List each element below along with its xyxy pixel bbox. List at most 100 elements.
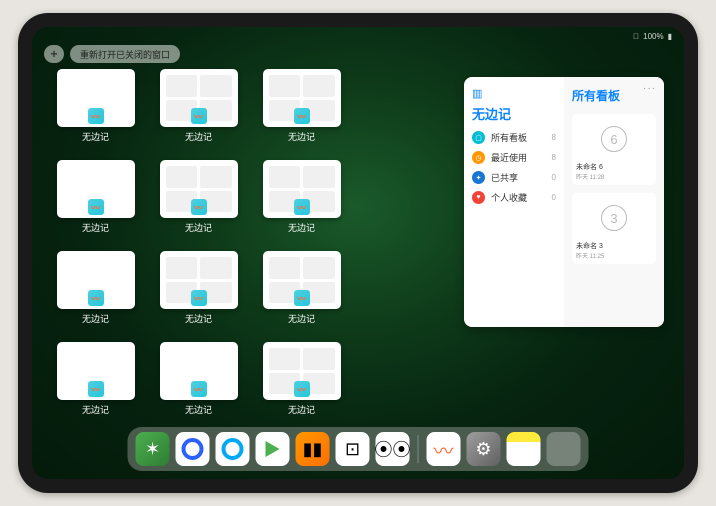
freeform-app-icon: 〰 bbox=[88, 381, 104, 397]
boards-list: 6 未命名 6昨天 11:28 3 未命名 3昨天 11:25 bbox=[572, 114, 656, 264]
window-thumb[interactable]: 〰无边记 bbox=[258, 160, 345, 243]
sidebar-item[interactable]: ♥ 个人收藏 0 bbox=[472, 191, 556, 204]
sidebar-item[interactable]: ▢所有看板8 bbox=[472, 131, 556, 144]
freeform-app-icon: 〰 bbox=[294, 199, 310, 215]
battery-icon: ▮ bbox=[668, 32, 672, 41]
menu-label: 最近使用 bbox=[491, 151, 546, 164]
menu-count: 8 bbox=[552, 153, 556, 162]
dock-books-icon[interactable]: ▮▮ bbox=[296, 432, 330, 466]
thumb-window: 〰 bbox=[57, 69, 135, 127]
dock-play-icon[interactable] bbox=[256, 432, 290, 466]
board-date: 昨天 11:25 bbox=[576, 251, 652, 260]
window-thumb[interactable]: 〰无边记 bbox=[258, 251, 345, 334]
thumb-label: 无边记 bbox=[185, 312, 212, 325]
thumb-label: 无边记 bbox=[82, 221, 109, 234]
window-thumb[interactable]: 〰无边记 bbox=[155, 342, 242, 425]
panel-title: 无边记 bbox=[472, 104, 556, 123]
more-icon[interactable]: ··· bbox=[643, 83, 656, 94]
top-controls: + 重新打开已关闭的窗口 bbox=[44, 45, 180, 63]
add-button[interactable]: + bbox=[44, 45, 64, 63]
window-thumbnails: 〰无边记〰无边记〰无边记〰无边记〰无边记〰无边记〰无边记〰无边记〰无边记〰无边记… bbox=[52, 69, 448, 425]
dock-grid-icon[interactable]: ⦿⦿ bbox=[376, 432, 410, 466]
screen: 􀙇 100% ▮ + 重新打开已关闭的窗口 〰无边记〰无边记〰无边记〰无边记〰无… bbox=[32, 27, 684, 479]
dock-freeform-icon[interactable]: 〰 bbox=[427, 432, 461, 466]
thumb-window: 〰 bbox=[160, 160, 238, 218]
window-thumb[interactable]: 〰无边记 bbox=[258, 342, 345, 425]
thumb-label: 无边记 bbox=[288, 130, 315, 143]
panel-sidebar: ▥ 无边记 ▢所有看板8◷最近使用8✦已共享0♥个人收藏0 bbox=[464, 77, 564, 327]
thumb-window: 〰 bbox=[160, 69, 238, 127]
window-thumb[interactable]: 〰无边记 bbox=[52, 342, 139, 425]
menu-count: 0 bbox=[552, 193, 556, 202]
menu-icon: ♥ bbox=[472, 191, 485, 204]
board-name: 未命名 3 bbox=[576, 241, 652, 251]
ipad-frame: 􀙇 100% ▮ + 重新打开已关闭的窗口 〰无边记〰无边记〰无边记〰无边记〰无… bbox=[18, 13, 698, 493]
dock-separator bbox=[418, 435, 419, 463]
panel-main: 所有看板 6未命名 6昨天 11:283未命名 3昨天 11:25 bbox=[564, 77, 664, 327]
dock-qq-icon[interactable] bbox=[216, 432, 250, 466]
menu-count: 0 bbox=[552, 173, 556, 182]
dock: ✶ ▮▮⊡⦿⦿ 〰⚙ bbox=[128, 427, 589, 471]
board-preview: 6 bbox=[576, 118, 652, 160]
reopen-window-button[interactable]: 重新打开已关闭的窗口 bbox=[70, 45, 180, 63]
menu-label: 所有看板 bbox=[491, 131, 546, 144]
menu-label: 个人收藏 bbox=[491, 191, 546, 204]
thumb-label: 无边记 bbox=[185, 130, 212, 143]
dock-game-icon[interactable]: ⊡ bbox=[336, 432, 370, 466]
freeform-app-icon: 〰 bbox=[191, 381, 207, 397]
thumb-window: 〰 bbox=[263, 342, 341, 400]
freeform-app-icon: 〰 bbox=[294, 381, 310, 397]
battery-label: 100% bbox=[643, 32, 663, 41]
sidebar-item[interactable]: ◷ 最近使用 8 bbox=[472, 151, 556, 164]
menu-icon: ▢ bbox=[472, 131, 485, 144]
dock-notes-icon[interactable] bbox=[507, 432, 541, 466]
thumb-label: 无边记 bbox=[185, 221, 212, 234]
dock-settings-icon[interactable]: ⚙ bbox=[467, 432, 501, 466]
window-thumb[interactable]: 〰无边记 bbox=[258, 69, 345, 152]
menu-label: 已共享 bbox=[491, 171, 546, 184]
freeform-app-icon: 〰 bbox=[88, 108, 104, 124]
window-thumb[interactable]: 〰无边记 bbox=[155, 251, 242, 334]
menu-icon: ✦ bbox=[472, 171, 485, 184]
menu-icon: ◷ bbox=[472, 151, 485, 164]
dock-quark-icon[interactable] bbox=[176, 432, 210, 466]
freeform-app-icon: 〰 bbox=[88, 199, 104, 215]
window-thumb[interactable]: 〰无边记 bbox=[155, 160, 242, 243]
freeform-app-icon: 〰 bbox=[294, 290, 310, 306]
dock-wechat-icon[interactable]: ✶ bbox=[136, 432, 170, 466]
thumb-label: 无边记 bbox=[185, 403, 212, 416]
thumb-label: 无边记 bbox=[288, 403, 315, 416]
freeform-panel[interactable]: ··· ▥ 无边记 ▢所有看板8◷最近使用8✦已共享0♥个人收藏0 所有看板 6… bbox=[464, 77, 664, 327]
thumb-window: 〰 bbox=[160, 342, 238, 400]
thumb-window: 〰 bbox=[263, 69, 341, 127]
thumb-label: 无边记 bbox=[288, 221, 315, 234]
thumb-label: 无边记 bbox=[82, 312, 109, 325]
window-thumb[interactable]: 〰无边记 bbox=[52, 69, 139, 152]
thumb-window: 〰 bbox=[263, 251, 341, 309]
window-thumb[interactable]: 〰无边记 bbox=[52, 160, 139, 243]
board-item[interactable]: 6 未命名 6昨天 11:28 bbox=[572, 114, 656, 185]
thumb-label: 无边记 bbox=[288, 312, 315, 325]
freeform-app-icon: 〰 bbox=[294, 108, 310, 124]
sidebar-item[interactable]: ✦ 已共享 0 bbox=[472, 171, 556, 184]
status-bar: 􀙇 100% ▮ bbox=[32, 27, 684, 45]
window-thumb[interactable]: 〰无边记 bbox=[52, 251, 139, 334]
app-switcher-content: 〰无边记〰无边记〰无边记〰无边记〰无边记〰无边记〰无边记〰无边记〰无边记〰无边记… bbox=[32, 69, 684, 425]
board-item[interactable]: 3 未命名 3昨天 11:25 bbox=[572, 193, 656, 264]
thumb-window: 〰 bbox=[57, 342, 135, 400]
freeform-app-icon: 〰 bbox=[191, 199, 207, 215]
thumb-label: 无边记 bbox=[82, 130, 109, 143]
thumb-window: 〰 bbox=[160, 251, 238, 309]
wifi-icon: 􀙇 bbox=[633, 32, 639, 41]
thumb-window: 〰 bbox=[57, 251, 135, 309]
freeform-app-icon: 〰 bbox=[88, 290, 104, 306]
board-name: 未命名 6 bbox=[576, 162, 652, 172]
thumb-window: 〰 bbox=[57, 160, 135, 218]
dock-folder-icon[interactable] bbox=[547, 432, 581, 466]
board-date: 昨天 11:28 bbox=[576, 172, 652, 181]
thumb-label: 无边记 bbox=[82, 403, 109, 416]
board-preview: 3 bbox=[576, 197, 652, 239]
freeform-app-icon: 〰 bbox=[191, 290, 207, 306]
sidebar-menu: ▢所有看板8◷最近使用8✦已共享0♥个人收藏0 bbox=[472, 131, 556, 204]
window-thumb[interactable]: 〰无边记 bbox=[155, 69, 242, 152]
